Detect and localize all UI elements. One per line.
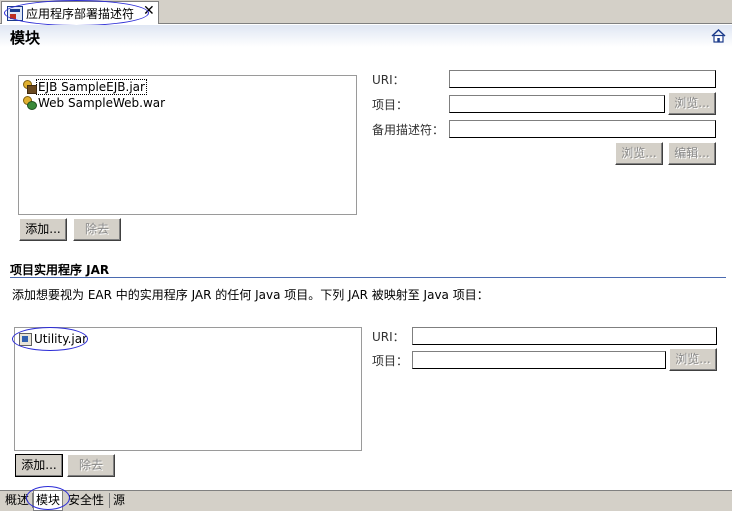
uri-label: URI： bbox=[372, 73, 405, 87]
module-uri-field[interactable] bbox=[449, 70, 716, 88]
modules-list[interactable]: EJB SampleEJB.jar Web SampleWeb.war bbox=[18, 75, 357, 215]
module-project-field[interactable] bbox=[449, 95, 665, 113]
tab-security[interactable]: 安全性 bbox=[66, 491, 106, 511]
section-description: 添加想要视为 EAR 中的实用程序 JAR 的任何 Java 项目。下列 JAR… bbox=[12, 288, 489, 302]
deployment-descriptor-icon bbox=[7, 6, 23, 21]
home-icon[interactable] bbox=[711, 29, 726, 43]
project-label: 项目： bbox=[372, 98, 409, 112]
list-item-label: Utility.jar bbox=[34, 332, 88, 346]
page-header bbox=[0, 25, 732, 47]
page-title: 模块 bbox=[10, 29, 41, 47]
jar-icon bbox=[18, 332, 32, 346]
list-item-label: Web SampleWeb.war bbox=[38, 96, 166, 110]
alt-descriptor-label: 备用描述符： bbox=[372, 123, 445, 137]
ejb-module-icon bbox=[22, 80, 37, 94]
remove-module-button[interactable]: 除去 bbox=[73, 218, 121, 241]
editor-tab-title: 应用程序部署描述符 bbox=[26, 7, 135, 21]
list-item-utility-jar[interactable]: Utility.jar bbox=[18, 332, 87, 346]
close-icon[interactable]: ✕ bbox=[143, 3, 155, 19]
remove-utility-jar-button[interactable]: 除去 bbox=[67, 454, 115, 477]
tab-separator bbox=[109, 493, 110, 508]
section-divider bbox=[10, 277, 726, 278]
alt-descriptor-field[interactable] bbox=[449, 120, 716, 138]
tab-source[interactable]: 源 bbox=[111, 491, 127, 511]
browse-alt-descriptor-button[interactable]: 浏览... bbox=[615, 142, 663, 165]
tab-modules[interactable]: 模块 bbox=[33, 491, 64, 511]
list-item-label: EJB SampleEJB.jar bbox=[36, 79, 147, 95]
utility-uri-field[interactable] bbox=[412, 327, 717, 345]
list-item-web-module[interactable]: Web SampleWeb.war bbox=[22, 96, 165, 110]
edit-alt-descriptor-button[interactable]: 编辑... bbox=[668, 142, 716, 165]
editor-tab[interactable]: 应用程序部署描述符 ✕ bbox=[1, 1, 159, 24]
utility-jar-list[interactable]: Utility.jar bbox=[14, 327, 362, 451]
list-item-ejb-module[interactable]: EJB SampleEJB.jar bbox=[22, 79, 147, 95]
section-title: 项目实用程序 JAR bbox=[10, 263, 110, 277]
utility-uri-label: URI： bbox=[372, 330, 405, 344]
tab-overview[interactable]: 概述 bbox=[3, 491, 31, 511]
web-module-icon bbox=[22, 96, 37, 110]
browse-utility-project-button[interactable]: 浏览... bbox=[669, 348, 717, 371]
add-utility-jar-button[interactable]: 添加... bbox=[15, 454, 63, 477]
utility-project-label: 项目： bbox=[372, 354, 409, 368]
utility-project-field[interactable] bbox=[412, 351, 666, 369]
browse-project-button[interactable]: 浏览... bbox=[668, 92, 716, 115]
add-module-button[interactable]: 添加... bbox=[19, 218, 67, 241]
